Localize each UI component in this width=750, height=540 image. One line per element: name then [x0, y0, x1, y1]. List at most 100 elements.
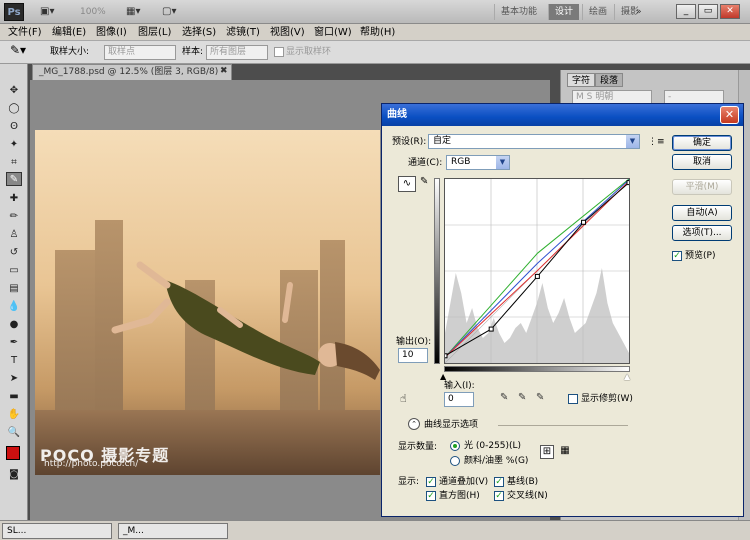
show-clipping-label: 显示修剪(W): [581, 394, 633, 404]
dodge-tool-icon[interactable]: ●: [6, 318, 22, 332]
output-label: 输出(O):: [396, 337, 432, 347]
restore-button[interactable]: ▭: [698, 4, 718, 19]
close-button[interactable]: ✕: [720, 4, 740, 19]
sample-select[interactable]: 所有图层: [206, 45, 268, 60]
brush-tool-icon[interactable]: ✏: [6, 210, 22, 224]
shape-tool-icon[interactable]: ▬: [6, 390, 22, 404]
gray-eyedropper-icon[interactable]: ✎: [518, 392, 526, 403]
lasso-tool-icon[interactable]: ʘ: [6, 120, 22, 134]
minimized-doc-2[interactable]: _M...: [118, 523, 228, 539]
minimized-doc-1[interactable]: SL...: [2, 523, 112, 539]
pencil-draw-icon[interactable]: ✎: [420, 176, 428, 187]
eyedropper-tool-icon[interactable]: ✎▾: [10, 44, 26, 56]
show-ring-checkbox[interactable]: [274, 47, 284, 57]
path-select-icon[interactable]: ➤: [6, 372, 22, 386]
document-tab[interactable]: _MG_1788.psd @ 12.5% (图层 3, RGB/8) *: [32, 64, 232, 80]
menu-edit[interactable]: 编辑(E): [52, 26, 86, 39]
show-label: 显示:: [398, 477, 420, 487]
zoom-tool-icon[interactable]: 🔍: [6, 426, 22, 440]
quick-mask-icon[interactable]: ◙: [6, 468, 22, 482]
cancel-button[interactable]: 取消: [672, 154, 732, 170]
preview-checkbox[interactable]: ✓: [672, 251, 682, 261]
menu-layer[interactable]: 图层(L): [138, 26, 171, 39]
stamp-tool-icon[interactable]: ♙: [6, 228, 22, 242]
intersection-checkbox[interactable]: ✓: [494, 491, 504, 501]
input-gradient-bar: [444, 366, 630, 372]
preset-menu-icon[interactable]: ⋮≡: [648, 136, 665, 148]
menu-image[interactable]: 图像(I): [96, 26, 127, 39]
eyedropper-icon[interactable]: ✎: [6, 172, 22, 186]
detailed-grid-icon[interactable]: ▦: [558, 445, 572, 459]
tab-character[interactable]: 字符: [567, 73, 596, 87]
workspace-essentials[interactable]: 基本功能: [494, 4, 543, 20]
show-clipping-checkbox[interactable]: [568, 394, 578, 404]
quick-select-tool-icon[interactable]: ✦: [6, 138, 22, 152]
workspace-painting[interactable]: 绘画: [582, 4, 613, 20]
channel-overlay-checkbox[interactable]: ✓: [426, 477, 436, 487]
eraser-tool-icon[interactable]: ▭: [6, 264, 22, 278]
output-field[interactable]: 10: [398, 348, 428, 363]
application-bar: Ps ▣▾ 100% ▦▾ ▢▾ 基本功能 设计 绘画 摄影 » _ ▭ ✕: [0, 0, 750, 24]
sample-size-label: 取样大小:: [50, 47, 90, 57]
input-field[interactable]: 0: [444, 392, 474, 407]
ok-button[interactable]: 确定: [672, 135, 732, 151]
workspace-design[interactable]: 设计: [548, 4, 580, 20]
menu-view[interactable]: 视图(V): [270, 26, 305, 39]
white-eyedropper-icon[interactable]: ✎: [536, 392, 544, 403]
output-gradient-bar: [434, 178, 440, 364]
minimize-button[interactable]: _: [676, 4, 696, 19]
menu-help[interactable]: 帮助(H): [360, 26, 395, 39]
histogram-checkbox[interactable]: ✓: [426, 491, 436, 501]
smooth-button[interactable]: 平滑(M): [672, 179, 732, 195]
zoom-level[interactable]: 100%: [80, 5, 106, 19]
pigment-radio[interactable]: [450, 456, 460, 466]
black-eyedropper-icon[interactable]: ✎: [500, 392, 508, 403]
light-radio[interactable]: [450, 441, 460, 451]
menu-select[interactable]: 选择(S): [182, 26, 216, 39]
histogram-label: 直方图(H): [439, 491, 480, 501]
baseline-checkbox[interactable]: ✓: [494, 477, 504, 487]
type-tool-icon[interactable]: T: [6, 354, 22, 368]
photoshop-logo: Ps: [4, 3, 24, 21]
pen-tool-icon[interactable]: ✒: [6, 336, 22, 350]
blur-tool-icon[interactable]: 💧: [6, 300, 22, 314]
hand-tool-icon[interactable]: ✋: [6, 408, 22, 422]
more-workspaces-icon[interactable]: »: [636, 4, 642, 20]
tab-paragraph[interactable]: 段落: [595, 73, 624, 87]
curves-graph[interactable]: [442, 178, 632, 364]
options-button[interactable]: 选项(T)...: [672, 225, 732, 241]
auto-button[interactable]: 自动(A): [672, 205, 732, 221]
gradient-tool-icon[interactable]: ▤: [6, 282, 22, 296]
simple-grid-icon[interactable]: ⊞: [540, 445, 554, 459]
preset-select[interactable]: 自定 ▼: [428, 134, 640, 149]
menu-file[interactable]: 文件(F): [8, 26, 42, 39]
marquee-tool-icon[interactable]: ◯: [6, 102, 22, 116]
foreground-color-swatch[interactable]: [6, 446, 20, 460]
dialog-close-button[interactable]: ✕: [720, 106, 739, 124]
menu-filter[interactable]: 滤镜(T): [226, 26, 260, 39]
curve-point-tool-icon[interactable]: ∿: [398, 176, 416, 192]
intersection-label: 交叉线(N): [507, 491, 548, 501]
bridge-icon[interactable]: ▣▾: [40, 5, 54, 19]
screen-mode-icon[interactable]: ▢▾: [162, 5, 176, 19]
minimized-doc-2-title: _M...: [123, 526, 144, 536]
targeted-adjustment-icon[interactable]: ☝: [400, 392, 407, 405]
display-options-label: 曲线显示选项: [424, 420, 479, 430]
crop-tool-icon[interactable]: ⌗: [6, 156, 22, 170]
view-extras-icon[interactable]: ▦▾: [126, 5, 140, 19]
move-tool-icon[interactable]: ✥: [6, 84, 22, 98]
white-point-slider-icon[interactable]: ▲: [624, 372, 630, 381]
close-tab-icon[interactable]: ✖: [220, 66, 228, 76]
healing-tool-icon[interactable]: ✚: [6, 192, 22, 206]
channel-select[interactable]: RGB ▼: [446, 155, 510, 170]
font-style-select[interactable]: -: [664, 90, 724, 104]
channel-value: RGB: [451, 157, 471, 167]
sample-size-select[interactable]: 取样点: [104, 45, 176, 60]
pigment-label: 颜料/油墨 %(G): [464, 456, 529, 466]
history-brush-icon[interactable]: ↺: [6, 246, 22, 260]
curve-control-point: [626, 180, 632, 186]
font-family-select[interactable]: M S 明朝: [572, 90, 652, 104]
menu-window[interactable]: 窗口(W): [314, 26, 352, 39]
chevron-down-icon: ▼: [626, 135, 639, 148]
collapse-icon[interactable]: ⌃: [408, 418, 420, 430]
